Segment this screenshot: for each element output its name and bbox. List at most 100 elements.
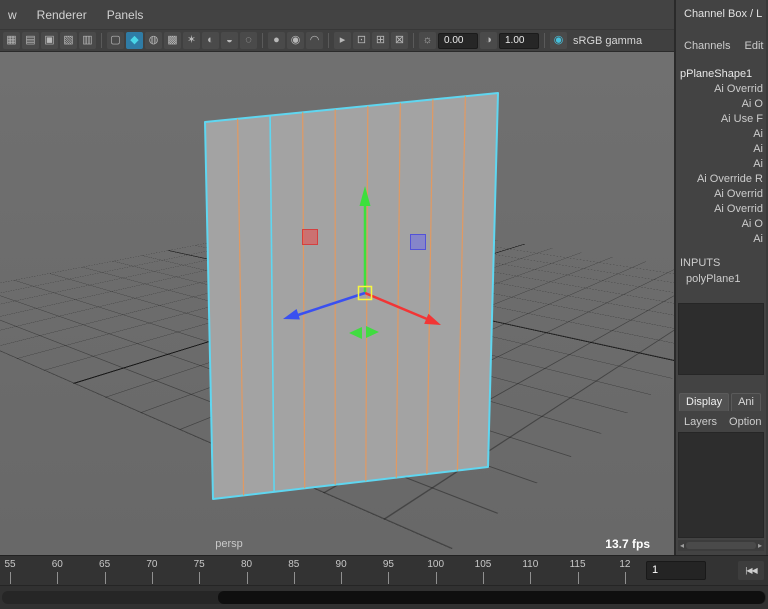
menu-item-panels[interactable]: Panels <box>107 8 144 22</box>
range-slider[interactable] <box>0 585 768 609</box>
channel-box-menus: Channels Edit <box>676 24 766 56</box>
layer-menu-layers[interactable]: Layers <box>684 416 717 428</box>
scene-overlay[interactable] <box>0 52 674 555</box>
ambient-occlusion-icon[interactable]: ◒ <box>221 32 238 49</box>
film-gate-icon[interactable]: ▣ <box>41 32 58 49</box>
time-tick-line <box>151 572 153 584</box>
inputs-section-header: INPUTS <box>680 257 721 269</box>
channel-attribute[interactable]: Ai Use F <box>676 112 766 127</box>
channel-attribute[interactable]: Ai O <box>676 97 766 112</box>
viewport-canvas[interactable]: persp 13.7 fps <box>0 52 674 555</box>
depth-of-field-icon[interactable]: ◉ <box>287 32 304 49</box>
view-transform-icon[interactable]: ◉ <box>550 32 567 49</box>
toolbar-separator <box>413 33 414 48</box>
toolbar-separator <box>101 33 102 48</box>
shape-node-name[interactable]: pPlaneShape1 <box>676 56 766 82</box>
channel-attribute[interactable]: Ai Overrid <box>676 202 766 217</box>
select-object-icon[interactable]: ▸ <box>334 32 351 49</box>
gamma-field[interactable]: 1.00 <box>499 32 539 49</box>
viewport-panel: w Renderer Panels ▦ ▤ ▣ ▧ ▥ ▢ ◆ ◍ ▩ ✶ ◐ ◒ ◌ ● ◉ ◠ ▸ ⊡ ⊞ ⊠ ☼ 0.0… <box>0 0 676 555</box>
layer-editor-menus: Layers Option <box>676 411 766 430</box>
layer-list-area[interactable] <box>678 432 764 538</box>
tab-ani[interactable]: Ani <box>731 393 761 411</box>
time-tick-line <box>10 572 11 584</box>
menu-item-w[interactable]: w <box>8 8 17 22</box>
scroll-left-icon[interactable]: ◂ <box>680 541 684 550</box>
channel-box-menu-channels[interactable]: Channels <box>684 40 730 52</box>
channel-attribute[interactable]: Ai Overrid <box>676 187 766 202</box>
resolution-gate-icon[interactable]: ▧ <box>60 32 77 49</box>
channel-box-menu-edit[interactable]: Edit <box>744 40 763 52</box>
time-tick-label: 55 <box>4 559 16 570</box>
time-tick-label: 110 <box>522 559 539 570</box>
exposure-icon[interactable]: ☼ <box>419 32 436 49</box>
gamma-icon[interactable]: ◑ <box>480 32 497 49</box>
manipulator-yz-plane-handle[interactable] <box>410 234 426 250</box>
current-frame-field[interactable]: 1 <box>646 561 706 580</box>
menu-item-renderer[interactable]: Renderer <box>37 8 87 22</box>
time-slider[interactable]: 55 60 65 70 75 80 85 90 95 100 105 110 115 12 1 |◀◀ <box>0 555 768 585</box>
time-tick-line <box>388 572 390 584</box>
checker-map-icon[interactable]: ▩ <box>164 32 181 49</box>
range-slider-handle[interactable] <box>218 591 765 604</box>
panel-menubar: w Renderer Panels <box>0 0 674 30</box>
layer-menu-option[interactable]: Option <box>729 416 761 428</box>
time-tick-line <box>246 572 248 584</box>
time-tick-line <box>293 572 295 584</box>
time-tick-line <box>530 572 532 584</box>
pane-layout-icon[interactable]: ⊞ <box>372 32 389 49</box>
time-tick-label: 85 <box>288 559 300 570</box>
grid-display-icon[interactable]: ▤ <box>22 32 39 49</box>
scroll-right-icon[interactable]: ▸ <box>758 541 762 550</box>
select-camera-icon[interactable]: ▦ <box>3 32 20 49</box>
layer-scrollbar[interactable]: ◂ ▸ <box>678 540 764 551</box>
channel-attribute-list: Ai Overrid Ai O Ai Use F Ai Ai Ai Ai Override … <box>676 82 766 247</box>
isolate-select-icon[interactable]: ⊡ <box>353 32 370 49</box>
channel-box-panel: Channel Box / L Channels Edit pPlaneShape… <box>676 0 766 555</box>
use-all-lights-icon[interactable]: ✶ <box>183 32 200 49</box>
time-tick-label: 100 <box>427 559 445 570</box>
channel-attribute[interactable]: Ai Overrid <box>676 82 766 97</box>
gate-mask-icon[interactable]: ▥ <box>79 32 96 49</box>
channel-box-empty-area <box>678 303 764 375</box>
channel-box-title: Channel Box / L <box>684 8 763 20</box>
wireframe-display-icon[interactable]: ▢ <box>107 32 124 49</box>
channel-attribute[interactable]: Ai <box>676 157 766 172</box>
channel-attribute[interactable]: Ai <box>676 232 766 247</box>
time-tick-label: 95 <box>382 559 394 570</box>
motion-blur-icon[interactable]: ◌ <box>240 32 257 49</box>
toolbar-separator <box>328 33 329 48</box>
input-node-name[interactable]: polyPlane1 <box>676 269 766 285</box>
exposure-field[interactable]: 0.00 <box>438 32 478 49</box>
time-slider-ticks[interactable]: 55 60 65 70 75 80 85 90 95 100 105 110 115 12 <box>0 556 640 585</box>
fps-counter: 13.7 fps <box>605 537 650 551</box>
time-tick-line <box>624 572 626 584</box>
poly-plane[interactable] <box>204 92 499 500</box>
time-tick-label: 115 <box>569 559 586 570</box>
multisample-icon[interactable]: ● <box>268 32 285 49</box>
scroll-track[interactable] <box>686 542 756 549</box>
textured-display-icon[interactable]: ◍ <box>145 32 162 49</box>
colorspace-label[interactable]: sRGB gamma <box>573 35 642 47</box>
maya-window: w Renderer Panels ▦ ▤ ▣ ▧ ▥ ▢ ◆ ◍ ▩ ✶ ◐ ◒ ◌ ● ◉ ◠ ▸ ⊡ ⊞ ⊠ ☼ 0.0… <box>0 0 768 609</box>
time-tick-label: 65 <box>99 559 111 570</box>
manipulator-xy-plane-handle[interactable] <box>302 229 318 245</box>
channel-attribute[interactable]: Ai <box>676 127 766 142</box>
time-tick-label: 70 <box>146 559 158 570</box>
time-tick-line <box>57 572 59 584</box>
layer-editor-tabs: Display Ani <box>679 393 766 411</box>
xray-display-icon[interactable]: ⊠ <box>391 32 408 49</box>
go-to-start-button[interactable]: |◀◀ <box>738 561 764 580</box>
time-tick-line <box>341 572 343 584</box>
shaded-display-icon[interactable]: ◆ <box>126 32 143 49</box>
channel-attribute[interactable]: Ai <box>676 142 766 157</box>
channel-attribute[interactable]: Ai O <box>676 217 766 232</box>
toolbar-separator <box>262 33 263 48</box>
channel-attribute[interactable]: Ai Override R <box>676 172 766 187</box>
camera-name-label[interactable]: persp <box>206 538 252 550</box>
tab-display[interactable]: Display <box>679 393 730 411</box>
curve-smoothness-icon[interactable]: ◠ <box>306 32 323 49</box>
time-tick-label: 12 <box>619 559 631 570</box>
time-tick-label: 105 <box>474 559 492 570</box>
shadows-icon[interactable]: ◐ <box>202 32 219 49</box>
